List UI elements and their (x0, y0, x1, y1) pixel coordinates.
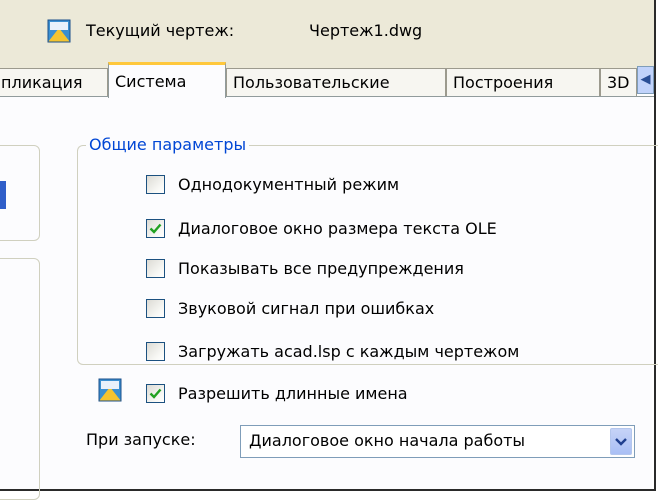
option-label: Звуковой сигнал при ошибках (178, 299, 435, 318)
tab-drafting[interactable]: Построения (446, 68, 600, 96)
option-label: Показывать все предупреждения (178, 259, 464, 278)
tab-label: Система (115, 72, 187, 91)
general-options-title: Общие параметры (86, 135, 250, 154)
drawing-file-icon (98, 378, 122, 402)
option-label: Загружать acad.lsp с каждым чертежом (178, 342, 520, 361)
current-drawing-value: Чертеж1.dwg (309, 21, 423, 40)
current-drawing-label: Текущий чертеж: (86, 21, 235, 40)
left-group-box-top (0, 145, 40, 241)
checkbox-checked[interactable] (146, 219, 165, 238)
tab-application[interactable]: пликация (0, 68, 108, 96)
left-group-box-bottom (0, 258, 40, 500)
options-dialog: Текущий чертеж: Чертеж1.dwg пликация Сис… (0, 0, 658, 500)
checkbox-unchecked[interactable] (146, 299, 165, 318)
option-label: Разрешить длинные имена (178, 384, 408, 403)
check-icon (149, 223, 162, 234)
startup-dropdown[interactable]: Диалоговое окно начала работы (240, 425, 635, 458)
tab-label: Построения (453, 73, 554, 92)
tab-3d[interactable]: 3D (600, 68, 637, 96)
checkbox-unchecked[interactable] (146, 342, 165, 361)
checkbox-checked[interactable] (146, 384, 165, 403)
option-label: Однодокументный режим (178, 175, 400, 194)
drawing-file-icon (47, 19, 71, 43)
tab-label: Пользовательские (233, 73, 390, 92)
scroll-left-arrow-icon[interactable]: ◀ (637, 66, 654, 94)
startup-selected-value: Диалоговое окно начала работы (249, 431, 526, 450)
checkbox-unchecked[interactable] (146, 259, 165, 278)
tab-system[interactable]: Система (108, 62, 226, 98)
startup-label: При запуске: (86, 430, 196, 449)
option-label: Диалоговое окно размера текста OLE (178, 219, 497, 238)
header-strip: Текущий чертеж: Чертеж1.dwg (0, 0, 654, 68)
chevron-down-icon[interactable] (610, 428, 632, 455)
check-icon (149, 388, 162, 399)
tab-label: 3D (607, 73, 630, 92)
tab-bar: пликация Система Пользовательские Постро… (0, 62, 654, 98)
checkbox-unchecked[interactable] (146, 175, 165, 194)
left-selection-marker (0, 181, 6, 209)
tab-label: пликация (1, 73, 83, 92)
tab-user[interactable]: Пользовательские (226, 68, 446, 96)
